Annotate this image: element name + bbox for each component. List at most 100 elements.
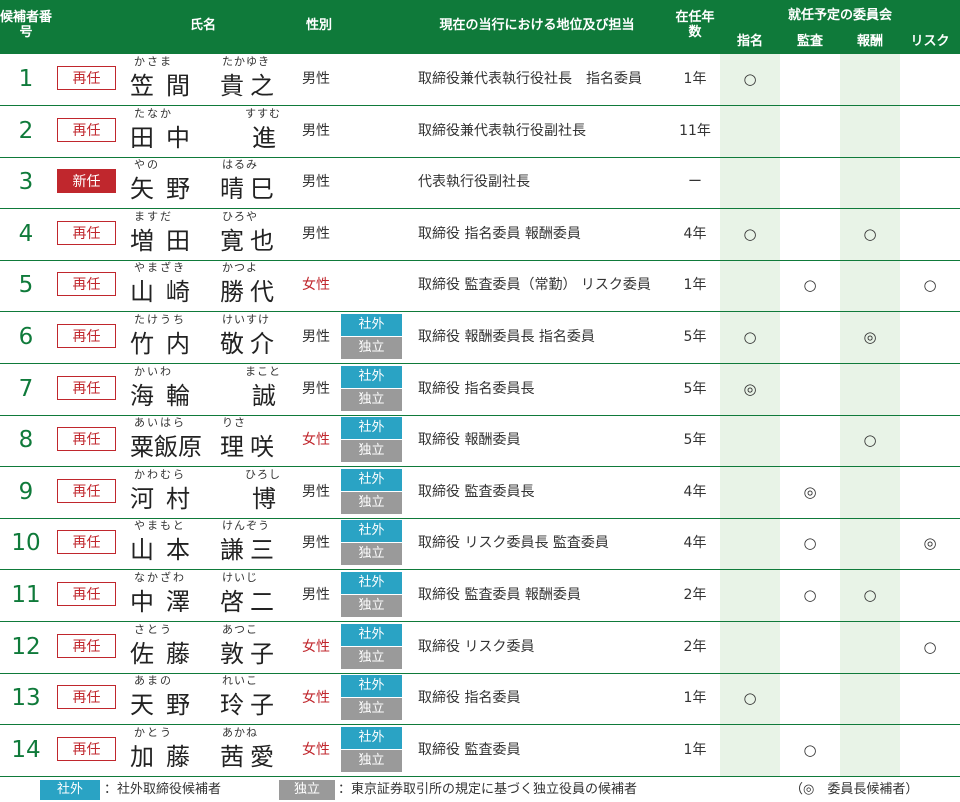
table-row: 1 再任 笠間 貴之 かさま たかゆき 男性 取締役兼代表執行役社長 指名委員 1年 ○ [0, 54, 960, 106]
legend-independent-badge: 独立 [279, 780, 335, 800]
gender: 女性 [302, 638, 330, 655]
table-row: 8 再任 粟飯原 理咲 あいはら りさ 女性 社外 独立 取締役 報酬委員 5年 ○ [0, 415, 960, 468]
candidate-given-name: 玲子 [220, 691, 280, 720]
legend-outside-badge: 社外 [40, 780, 100, 800]
candidate-surname: 山崎 [130, 278, 202, 307]
committee-mark: ○ [863, 586, 877, 604]
table-row: 4 再任 増田 寛也 ますだ ひろや 男性 取締役 指名委員 報酬委員 4年 ○ ○ [0, 209, 960, 261]
current-position: 代表執行役副社長 [418, 174, 530, 191]
candidate-number: 9 [18, 478, 34, 505]
current-position: 取締役 指名委員長 [418, 380, 535, 397]
furigana-given-name: りさ [222, 416, 246, 430]
tenure-years: 1年 [683, 690, 707, 707]
candidate-given-name: 敦子 [220, 639, 280, 668]
furigana-surname: かいわ [134, 364, 173, 378]
gender: 男性 [302, 535, 330, 552]
furigana-given-name: けいじ [222, 571, 258, 584]
header-committee-audit: 監査 [796, 34, 823, 49]
header-candidate-no: 候補者番号 [0, 10, 53, 40]
furigana-given-name: けいすけ [222, 313, 270, 326]
tenure-years: 11年 [679, 122, 711, 139]
candidate-number: 12 [11, 633, 41, 660]
candidate-given-name: 進 [252, 123, 282, 152]
furigana-surname: たけうち [134, 313, 186, 326]
table-row: 12 再任 佐藤 敦子 さとう あつこ 女性 社外 独立 取締役 リスク委員 2年 ○ [0, 622, 960, 674]
candidate-surname: 竹内 [130, 330, 202, 358]
furigana-surname: さとう [134, 622, 173, 636]
candidate-given-name: 理咲 [220, 433, 280, 462]
furigana-given-name: ひろし [245, 467, 281, 481]
candidate-number: 10 [11, 530, 41, 557]
current-position: 取締役兼代表執行役社長 指名委員 [418, 71, 642, 87]
committee-mark: ○ [743, 224, 757, 243]
status-badge: 新任 [57, 169, 116, 194]
candidate-number: 14 [11, 736, 41, 763]
candidate-given-name: 寛也 [220, 226, 280, 255]
outside-director-badge: 社外 [341, 468, 402, 491]
table-row: 9 再任 河村 博 かわむら ひろし 男性 社外 独立 取締役 監査委員長 4年 ◎ [0, 467, 960, 519]
committee-mark: ○ [803, 276, 817, 295]
furigana-given-name: ひろや [222, 209, 258, 223]
status-badge: 再任 [57, 66, 116, 90]
header-committees-title: 就任予定の委員会 [787, 8, 892, 23]
outside-director-badge: 社外 [341, 726, 402, 749]
candidate-number: 3 [18, 169, 34, 196]
candidate-surname: 河村 [130, 484, 202, 513]
furigana-given-name: れいこ [222, 674, 258, 688]
header-gender: 性別 [305, 18, 332, 33]
outside-director-badge: 社外 [341, 365, 402, 388]
outside-director-badge: 社外 [341, 417, 402, 440]
tenure-years: 4年 [683, 225, 707, 242]
outside-director-badge: 社外 [341, 675, 402, 698]
outside-director-badge: 社外 [341, 623, 402, 646]
status-badge: 再任 [57, 478, 116, 503]
header-committee-nomination: 指名 [736, 34, 763, 49]
furigana-given-name: かつよ [222, 261, 258, 275]
independent-officer-badge: 独立 [341, 595, 402, 617]
legend-outside-text: ：社外取締役候補者 [104, 782, 222, 797]
candidate-surname: 矢野 [130, 175, 202, 204]
table-header: 候補者番号 氏名 性別 現在の当行における地位及び担当 在任年数 就任予定の委員… [0, 0, 960, 54]
independent-officer-badge: 独立 [341, 491, 402, 514]
table-row: 6 再任 竹内 敬介 たけうち けいすけ 男性 社外 独立 取締役 報酬委員長 指名委員 5年 ○ ◎ [0, 312, 960, 364]
header-committee-risk: リスク [910, 34, 950, 49]
status-badge: 再任 [57, 736, 116, 761]
gender: 男性 [302, 71, 330, 87]
furigana-surname: たなか [134, 106, 173, 120]
tenure-years: 5年 [683, 380, 707, 397]
gender: 男性 [302, 225, 330, 242]
header-position: 現在の当行における地位及び担当 [439, 18, 635, 33]
candidate-surname: 田中 [130, 123, 202, 152]
furigana-given-name: けんぞう [222, 519, 270, 533]
committee-mark: ○ [923, 637, 937, 656]
candidate-number: 4 [18, 220, 34, 247]
furigana-surname: ますだ [134, 209, 173, 223]
current-position: 取締役 指名委員 [418, 690, 521, 707]
current-position: 取締役 監査委員 [418, 741, 521, 758]
independent-officer-badge: 独立 [341, 646, 402, 669]
status-badge: 再任 [57, 685, 116, 710]
furigana-given-name: まこと [245, 364, 281, 378]
candidate-number: 6 [18, 324, 34, 350]
gender: 男性 [302, 329, 330, 345]
table-row: 5 再任 山崎 勝代 やまざき かつよ 女性 取締役 監査委員（常勤） リスク委員 1年 ○ ○ [0, 260, 960, 313]
independent-officer-badge: 独立 [341, 388, 402, 411]
committee-mark: ○ [863, 431, 877, 450]
status-badge: 再任 [57, 530, 116, 555]
legend-chair-note: （◎ 委員長候補者） [790, 782, 919, 797]
furigana-surname: かわむら [134, 467, 186, 481]
candidate-given-name: 敬介 [220, 330, 280, 358]
header-tenure: 在任年数 [675, 10, 715, 40]
committee-mark: ◎ [743, 379, 757, 398]
candidate-surname: 笠間 [130, 72, 202, 100]
committee-mark: ○ [923, 276, 937, 295]
status-badge: 再任 [57, 220, 116, 245]
candidate-surname: 加藤 [130, 742, 202, 771]
current-position: 取締役 リスク委員長 監査委員 [418, 535, 609, 552]
table-row: 2 再任 田中 進 たなか すすむ 男性 取締役兼代表執行役副社長 11年 [0, 106, 960, 158]
candidate-table: 候補者番号 氏名 性別 現在の当行における地位及び担当 在任年数 就任予定の委員… [0, 0, 960, 777]
furigana-surname: やまざき [134, 261, 186, 275]
current-position: 取締役 監査委員長 [418, 483, 535, 500]
current-position: 取締役兼代表執行役副社長 [418, 122, 586, 139]
committee-mark: ○ [743, 689, 757, 708]
